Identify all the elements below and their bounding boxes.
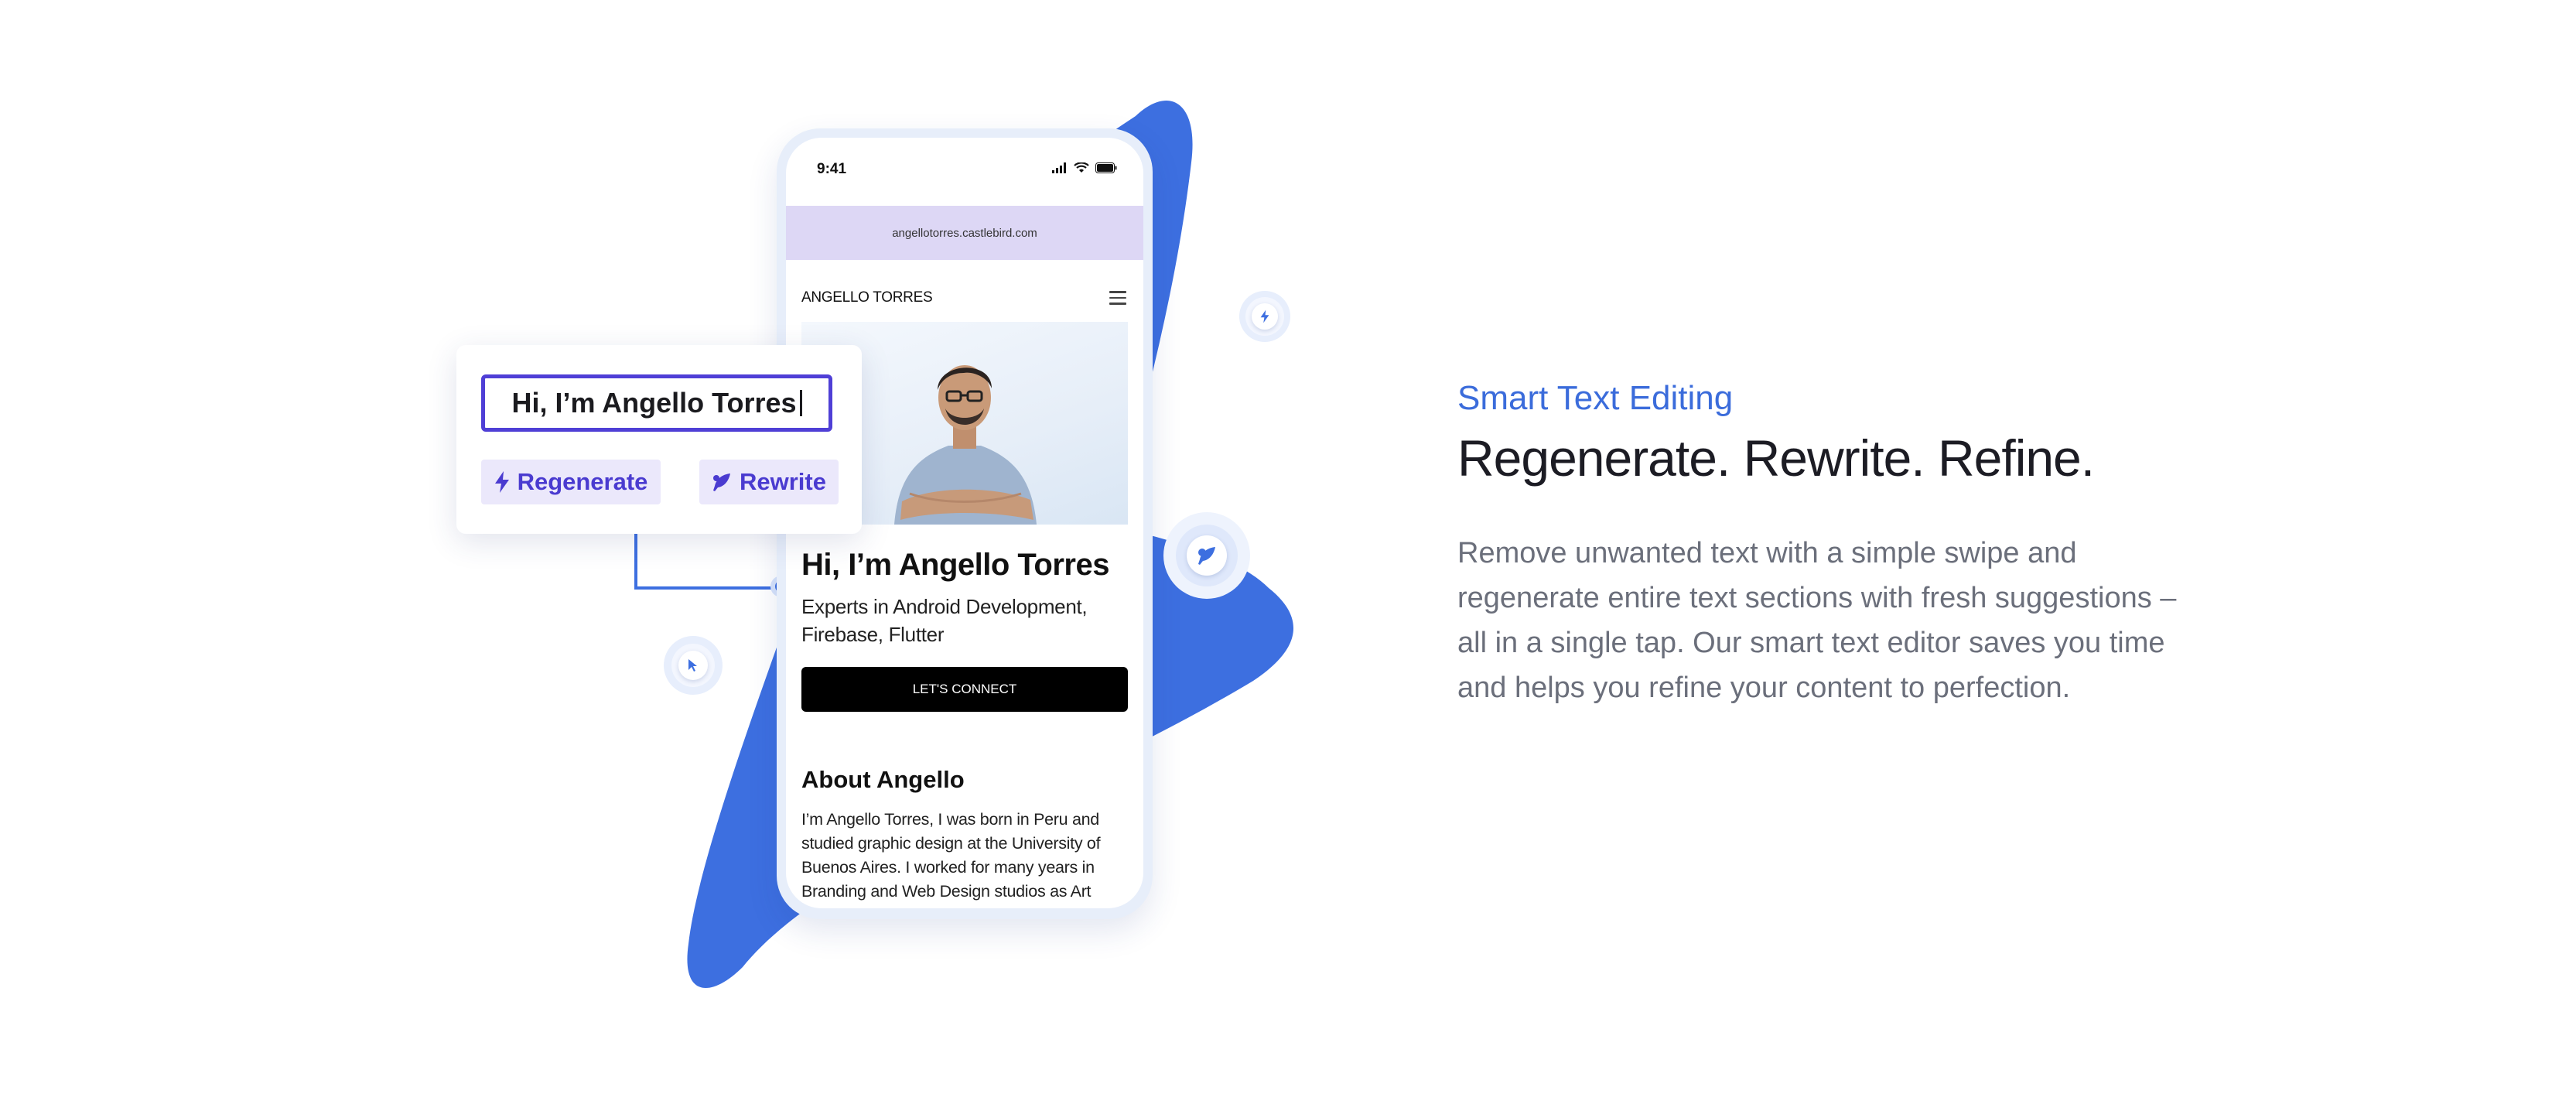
rewrite-label: Rewrite: [740, 468, 826, 495]
cursor-icon: [688, 659, 697, 672]
status-time: 9:41: [817, 161, 847, 177]
lets-connect-label: LET'S CONNECT: [912, 682, 1017, 696]
feature-headline: Regenerate. Rewrite. Refine.: [1457, 429, 2095, 487]
hero-title[interactable]: Hi, I’m Angello Torres: [801, 548, 1109, 583]
about-title[interactable]: About Angello: [801, 766, 965, 794]
battery-icon: [1095, 162, 1117, 173]
editor-text-value: Hi, I’m Angello Torres: [511, 387, 797, 419]
wifi-icon: [1074, 162, 1089, 173]
site-name[interactable]: ANGELLO TORRES: [801, 289, 933, 306]
lightning-icon: [494, 471, 509, 493]
feature-description: Remove unwanted text with a simple swipe…: [1457, 537, 2177, 704]
floating-badge-lightning: [1239, 291, 1290, 342]
regenerate-label: Regenerate: [517, 468, 648, 495]
url-text: angellotorres.castlebird.com: [892, 226, 1037, 240]
floating-badge-cursor: [664, 636, 723, 695]
text-caret: [799, 390, 802, 416]
editor-text-field[interactable]: Hi, I’m Angello Torres: [481, 374, 832, 432]
browser-url-bar[interactable]: angellotorres.castlebird.com: [786, 206, 1143, 260]
status-icons: [1052, 162, 1117, 173]
quill-icon: [713, 473, 730, 491]
signal-icon: [1052, 162, 1066, 173]
lightning-icon: [1260, 309, 1269, 323]
rewrite-button[interactable]: Rewrite: [699, 460, 839, 504]
hero-subtitle[interactable]: Experts in Android Development, Firebase…: [801, 593, 1126, 648]
floating-badge-quill: [1163, 512, 1250, 599]
about-body[interactable]: I’m Angello Torres, I was born in Peru a…: [801, 808, 1131, 904]
lets-connect-button[interactable]: LET'S CONNECT: [801, 667, 1128, 712]
text-editor-card: Hi, I’m Angello Torres Regenerate Rewrit…: [456, 345, 862, 534]
feature-eyebrow: Smart Text Editing: [1457, 379, 1734, 417]
quill-icon: [1198, 547, 1215, 565]
menu-icon[interactable]: [1109, 291, 1126, 309]
connector-line: [634, 531, 784, 590]
regenerate-button[interactable]: Regenerate: [481, 460, 661, 504]
